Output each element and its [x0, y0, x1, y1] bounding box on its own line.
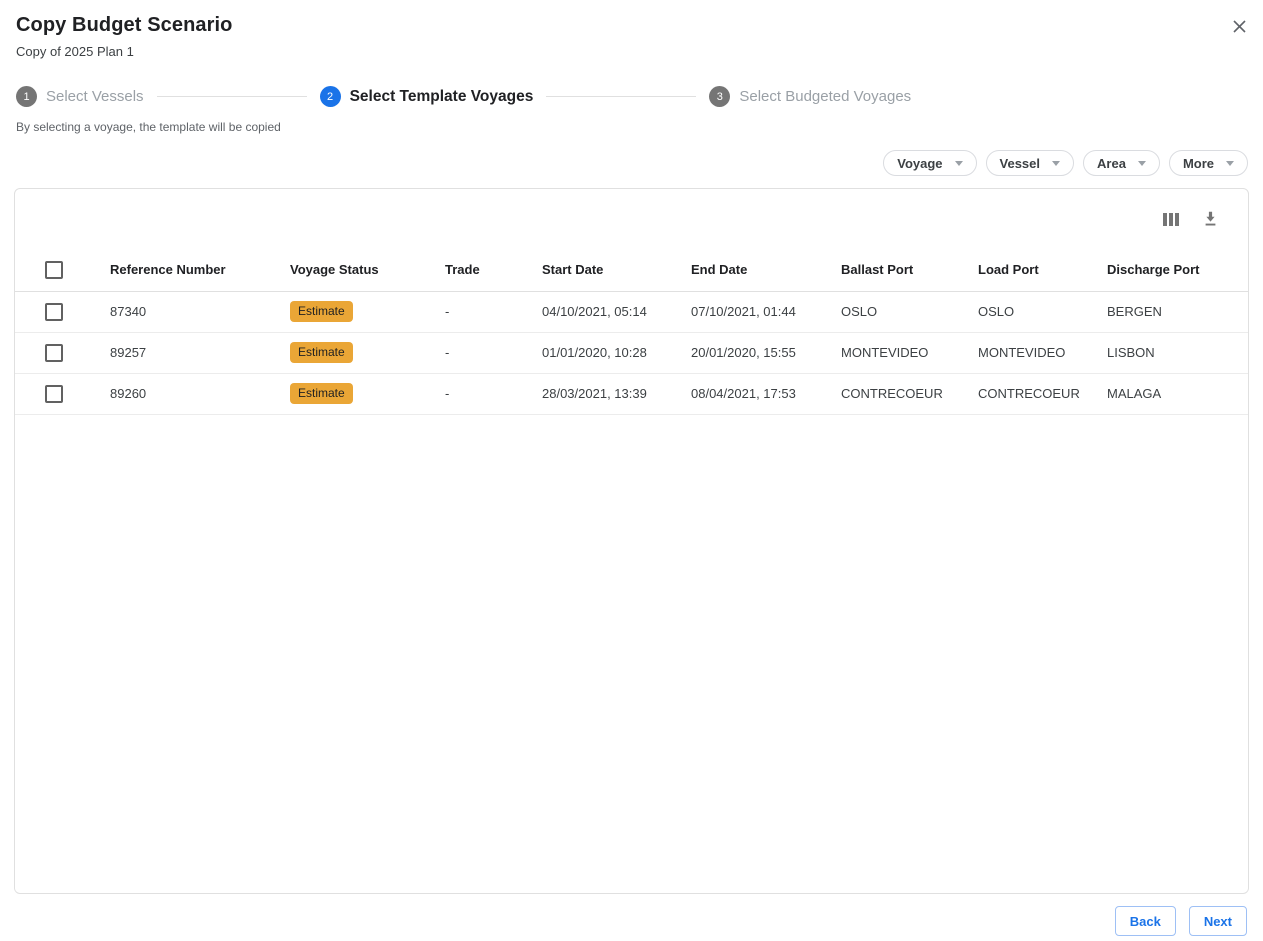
filter-vessel[interactable]: Vessel: [986, 150, 1075, 176]
voyages-table-panel: Reference Number Voyage Status Trade Sta…: [14, 188, 1249, 894]
table-row[interactable]: 89257 Estimate - 01/01/2020, 10:28 20/01…: [15, 332, 1248, 373]
cell-ballast-port: MONTEVIDEO: [841, 332, 978, 373]
cell-end-date: 20/01/2020, 15:55: [691, 332, 841, 373]
cell-reference: 89257: [110, 332, 290, 373]
column-header-end-date[interactable]: End Date: [691, 249, 841, 291]
row-checkbox[interactable]: [45, 344, 63, 362]
column-header-reference[interactable]: Reference Number: [110, 249, 290, 291]
step-number-badge: 1: [16, 86, 37, 107]
close-button[interactable]: [1227, 14, 1251, 38]
hint-text: By selecting a voyage, the template will…: [0, 120, 1263, 134]
chevron-down-icon: [1052, 161, 1060, 166]
step-select-template-voyages[interactable]: 2 Select Template Voyages: [320, 86, 534, 107]
step-label: Select Template Voyages: [350, 88, 534, 106]
filter-voyage[interactable]: Voyage: [883, 150, 976, 176]
filter-label: Area: [1097, 156, 1126, 171]
column-header-status[interactable]: Voyage Status: [290, 249, 445, 291]
step-select-budgeted-voyages[interactable]: 3 Select Budgeted Voyages: [709, 86, 911, 107]
cell-trade: -: [445, 373, 542, 414]
cell-start-date: 04/10/2021, 05:14: [542, 291, 691, 332]
chevron-down-icon: [955, 161, 963, 166]
column-header-start-date[interactable]: Start Date: [542, 249, 691, 291]
cell-end-date: 07/10/2021, 01:44: [691, 291, 841, 332]
status-badge: Estimate: [290, 301, 353, 321]
dialog-footer: Back Next: [0, 894, 1263, 936]
select-all-checkbox[interactable]: [45, 261, 63, 279]
download-button[interactable]: [1203, 211, 1218, 227]
chevron-down-icon: [1226, 161, 1234, 166]
stepper: 1 Select Vessels 2 Select Template Voyag…: [0, 86, 1263, 107]
page-title: Copy Budget Scenario: [16, 14, 1247, 37]
step-label: Select Budgeted Voyages: [739, 88, 911, 105]
cell-start-date: 28/03/2021, 13:39: [542, 373, 691, 414]
step-connector: [157, 96, 307, 97]
step-select-vessels[interactable]: 1 Select Vessels: [16, 86, 144, 107]
column-header-load-port[interactable]: Load Port: [978, 249, 1107, 291]
grid-toolbar: [15, 189, 1248, 249]
filter-bar: Voyage Vessel Area More: [0, 150, 1263, 176]
column-header-discharge-port[interactable]: Discharge Port: [1107, 249, 1248, 291]
close-icon: [1232, 19, 1247, 34]
cell-ballast-port: CONTRECOEUR: [841, 373, 978, 414]
cell-discharge-port: LISBON: [1107, 332, 1248, 373]
step-label: Select Vessels: [46, 88, 144, 105]
next-button[interactable]: Next: [1189, 906, 1247, 936]
cell-load-port: CONTRECOEUR: [978, 373, 1107, 414]
filter-label: More: [1183, 156, 1214, 171]
columns-button[interactable]: [1163, 212, 1179, 227]
status-badge: Estimate: [290, 342, 353, 362]
cell-discharge-port: BERGEN: [1107, 291, 1248, 332]
column-header-trade[interactable]: Trade: [445, 249, 542, 291]
table-row[interactable]: 89260 Estimate - 28/03/2021, 13:39 08/04…: [15, 373, 1248, 414]
table-row[interactable]: 87340 Estimate - 04/10/2021, 05:14 07/10…: [15, 291, 1248, 332]
cell-trade: -: [445, 291, 542, 332]
cell-load-port: MONTEVIDEO: [978, 332, 1107, 373]
step-connector: [546, 96, 696, 97]
cell-end-date: 08/04/2021, 17:53: [691, 373, 841, 414]
table-header-row: Reference Number Voyage Status Trade Sta…: [15, 249, 1248, 291]
filter-label: Vessel: [1000, 156, 1041, 171]
status-badge: Estimate: [290, 383, 353, 403]
cell-start-date: 01/01/2020, 10:28: [542, 332, 691, 373]
column-header-ballast-port[interactable]: Ballast Port: [841, 249, 978, 291]
cell-discharge-port: MALAGA: [1107, 373, 1248, 414]
download-icon: [1203, 211, 1218, 227]
filter-area[interactable]: Area: [1083, 150, 1160, 176]
chevron-down-icon: [1138, 161, 1146, 166]
cell-reference: 87340: [110, 291, 290, 332]
row-checkbox[interactable]: [45, 385, 63, 403]
filter-label: Voyage: [897, 156, 942, 171]
filter-more[interactable]: More: [1169, 150, 1248, 176]
dialog-header: Copy Budget Scenario Copy of 2025 Plan 1: [0, 0, 1263, 59]
step-number-badge: 3: [709, 86, 730, 107]
cell-ballast-port: OSLO: [841, 291, 978, 332]
voyages-table: Reference Number Voyage Status Trade Sta…: [15, 249, 1248, 415]
page-subtitle: Copy of 2025 Plan 1: [16, 44, 1247, 59]
row-checkbox[interactable]: [45, 303, 63, 321]
cell-reference: 89260: [110, 373, 290, 414]
step-number-badge: 2: [320, 86, 341, 107]
back-button[interactable]: Back: [1115, 906, 1176, 936]
cell-trade: -: [445, 332, 542, 373]
cell-load-port: OSLO: [978, 291, 1107, 332]
columns-icon: [1163, 212, 1179, 227]
